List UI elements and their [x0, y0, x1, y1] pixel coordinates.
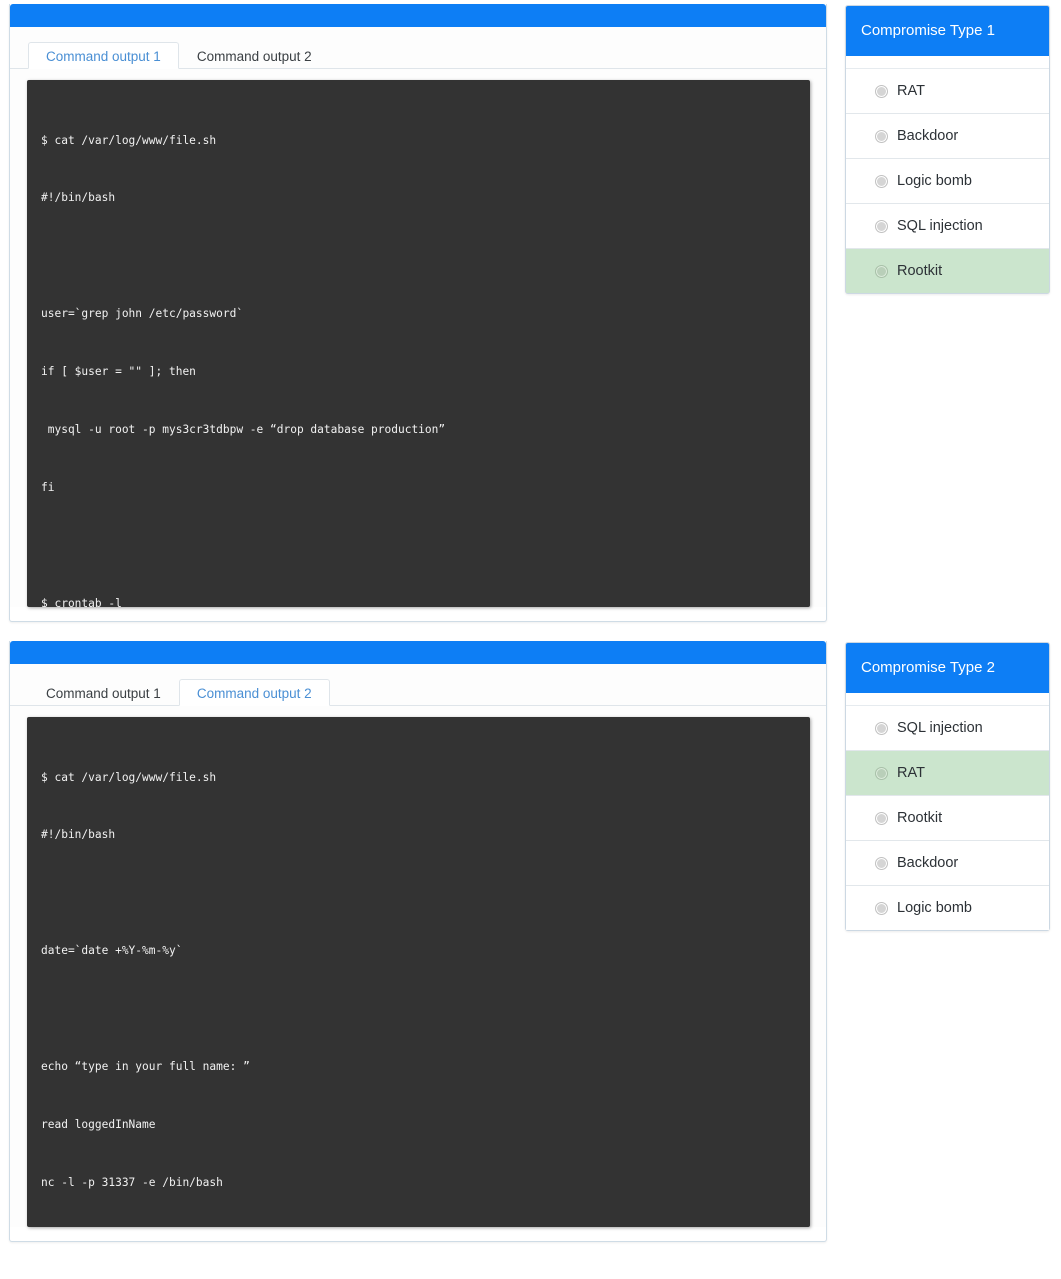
option-rat-1[interactable]: RAT — [846, 68, 1049, 113]
option-sql-injection-1[interactable]: SQL injection — [846, 203, 1049, 248]
compromise-type-1-title: Compromise Type 1 — [846, 6, 1049, 56]
terminal-line: date=`date +%Y-%m-%y` — [41, 944, 183, 958]
compromise-type-2-options: SQL injection RAT Rootkit Backdoor Logic… — [846, 705, 1049, 930]
option-label: SQL injection — [897, 218, 983, 234]
terminal-line: mysql -u root -p mys3cr3tdbpw -e “drop d… — [41, 423, 446, 437]
option-label: Backdoor — [897, 855, 959, 871]
radio-icon[interactable] — [875, 129, 888, 143]
panel-2-header-bar — [10, 641, 826, 664]
option-label: SQL injection — [897, 720, 983, 736]
command-output-panel-2: Command output 1 Command output 2 $ cat … — [9, 641, 827, 1242]
terminal-output-2: $ cat /var/log/www/file.sh #!/bin/bash d… — [27, 717, 810, 1227]
tab-command-output-1-panel-2[interactable]: Command output 1 — [28, 679, 179, 706]
panel-2-tab-strip: Command output 1 Command output 2 — [10, 664, 826, 706]
terminal-line: user=`grep john /etc/password` — [41, 307, 244, 321]
option-sql-injection-2[interactable]: SQL injection — [846, 705, 1049, 750]
radio-icon[interactable] — [875, 264, 888, 278]
compromise-type-card-1: Compromise Type 1 RAT Backdoor Logic bom… — [845, 5, 1050, 294]
terminal-line: if [ $user = "" ]; then — [41, 365, 196, 379]
option-logic-bomb-1[interactable]: Logic bomb — [846, 158, 1049, 203]
option-label: Rootkit — [897, 810, 943, 826]
tab-command-output-1-panel-1[interactable]: Command output 1 — [28, 42, 179, 69]
command-output-panel-1: Command output 1 Command output 2 $ cat … — [9, 4, 827, 622]
option-backdoor-2[interactable]: Backdoor — [846, 840, 1049, 885]
option-logic-bomb-2[interactable]: Logic bomb — [846, 885, 1049, 930]
radio-icon[interactable] — [875, 84, 888, 98]
list-top-spacer — [846, 56, 1049, 68]
option-label: Backdoor — [897, 128, 959, 144]
panel-1-header-bar — [10, 4, 826, 27]
tab-label: Command output 2 — [196, 686, 312, 701]
compromise-type-1-options: RAT Backdoor Logic bomb SQL injection Ro… — [846, 68, 1049, 293]
panel-1-body: Command output 1 Command output 2 $ cat … — [10, 27, 826, 607]
terminal-line: read loggedInName — [41, 1117, 156, 1131]
option-label: Logic bomb — [897, 900, 972, 916]
option-label: Rootkit — [897, 263, 943, 279]
terminal-line: $ cat /var/log/www/file.sh — [41, 770, 217, 784]
option-rootkit-1[interactable]: Rootkit — [846, 248, 1049, 293]
option-label: Logic bomb — [897, 173, 972, 189]
terminal-line: $ crontab -l — [41, 596, 122, 607]
tab-command-output-2-panel-1[interactable]: Command output 2 — [179, 42, 330, 69]
compromise-type-card-2: Compromise Type 2 SQL injection RAT Root… — [845, 642, 1050, 931]
terminal-line: fi — [41, 480, 55, 494]
terminal-line: $ cat /var/log/www/file.sh — [41, 133, 217, 147]
terminal-output-1: $ cat /var/log/www/file.sh #!/bin/bash u… — [27, 80, 810, 607]
option-label: RAT — [897, 83, 925, 99]
terminal-line: nc -l -p 31337 -e /bin/bash — [41, 1175, 223, 1189]
compromise-type-2-title: Compromise Type 2 — [846, 643, 1049, 693]
panel-2-body: Command output 1 Command output 2 $ cat … — [10, 664, 826, 1227]
radio-icon[interactable] — [875, 811, 888, 825]
list-top-spacer — [846, 693, 1049, 705]
radio-icon[interactable] — [875, 219, 888, 233]
option-rat-2[interactable]: RAT — [846, 750, 1049, 795]
terminal-line: #!/bin/bash — [41, 191, 116, 205]
tab-label: Command output 2 — [196, 49, 312, 64]
tab-label: Command output 1 — [46, 686, 161, 701]
terminal-line: echo “type in your full name: ” — [41, 1060, 250, 1074]
radio-icon[interactable] — [875, 856, 888, 870]
radio-icon[interactable] — [875, 174, 888, 188]
panel-1-tab-strip: Command output 1 Command output 2 — [10, 27, 826, 69]
tab-command-output-2-panel-2[interactable]: Command output 2 — [178, 679, 330, 706]
terminal-line: #!/bin/bash — [41, 828, 116, 842]
radio-icon[interactable] — [875, 766, 888, 780]
option-label: RAT — [897, 765, 925, 781]
radio-icon[interactable] — [875, 721, 888, 735]
tab-label: Command output 1 — [46, 49, 161, 64]
option-rootkit-2[interactable]: Rootkit — [846, 795, 1049, 840]
radio-icon[interactable] — [875, 901, 888, 915]
option-backdoor-1[interactable]: Backdoor — [846, 113, 1049, 158]
